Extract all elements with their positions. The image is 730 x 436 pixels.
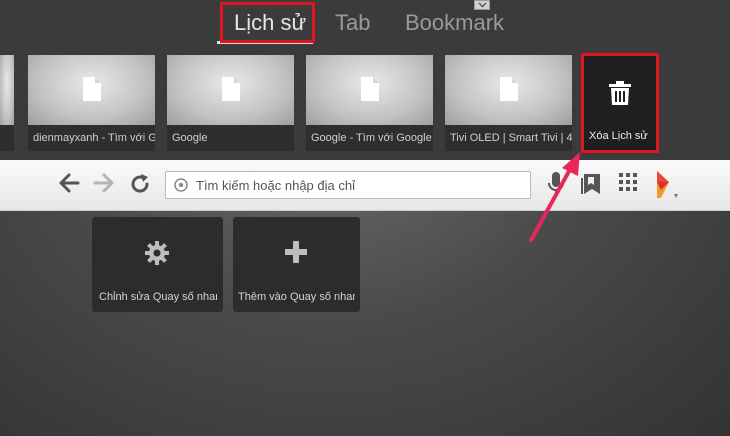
history-item-title: Google - Tìm với Google [306, 125, 433, 151]
history-item-partial[interactable] [0, 55, 14, 151]
browser-menu-logo-icon[interactable] [653, 170, 679, 200]
document-icon [221, 77, 240, 101]
browser-toolbar [0, 160, 730, 211]
panel-collapse-handle[interactable] [474, 0, 490, 10]
clear-history-highlight [581, 53, 659, 153]
microphone-icon[interactable] [548, 172, 564, 198]
speed-dial-tile-label: Chỉnh sửa Quay số nhanh [99, 291, 217, 303]
speed-dial-edit-tile[interactable]: Chỉnh sửa Quay số nhanh [92, 217, 223, 312]
history-item-title: Tivi OLED | Smart Tivi | 4K [445, 125, 572, 151]
history-item-caption [0, 125, 14, 151]
history-item[interactable]: dienmayxanh - Tìm với Google [28, 55, 155, 151]
history-item-title: dienmayxanh - Tìm với Google [28, 125, 155, 151]
history-item[interactable]: Tivi OLED | Smart Tivi | 4K [445, 55, 572, 151]
tab-bookmark[interactable]: Bookmark [405, 6, 504, 40]
search-input[interactable] [196, 175, 516, 195]
bookmarks-icon[interactable] [581, 172, 603, 196]
reload-icon[interactable] [128, 172, 152, 196]
history-thumbnail [167, 55, 294, 125]
speed-dial-tile-label: Thêm vào Quay số nhanh [238, 291, 355, 303]
address-bar[interactable] [165, 171, 531, 199]
history-thumbnail [445, 55, 572, 125]
history-thumbnail [306, 55, 433, 125]
document-icon [360, 77, 379, 101]
history-tab-highlight [220, 2, 315, 43]
gear-icon [145, 241, 169, 265]
back-arrow-icon[interactable] [58, 172, 80, 194]
plus-icon [285, 241, 307, 263]
history-item[interactable]: Google [167, 55, 294, 151]
panel-tabs: Lịch sử Tab Bookmark [0, 0, 730, 45]
history-item-title: Google [167, 125, 294, 151]
history-thumbnail [0, 55, 14, 125]
apps-grid-icon[interactable] [618, 172, 638, 192]
history-panel: Lịch sử Tab Bookmark dienmayxanh - Tìm v… [0, 0, 730, 160]
history-thumbnail [28, 55, 155, 125]
document-icon [499, 77, 518, 101]
document-icon [82, 77, 101, 101]
forward-arrow-icon[interactable] [93, 172, 115, 194]
history-item[interactable]: Google - Tìm với Google [306, 55, 433, 151]
tab-tabs[interactable]: Tab [335, 6, 370, 40]
chevron-down-icon [478, 2, 487, 8]
speed-dial-add-tile[interactable]: Thêm vào Quay số nhanh [233, 217, 360, 312]
globe-icon [174, 178, 188, 192]
